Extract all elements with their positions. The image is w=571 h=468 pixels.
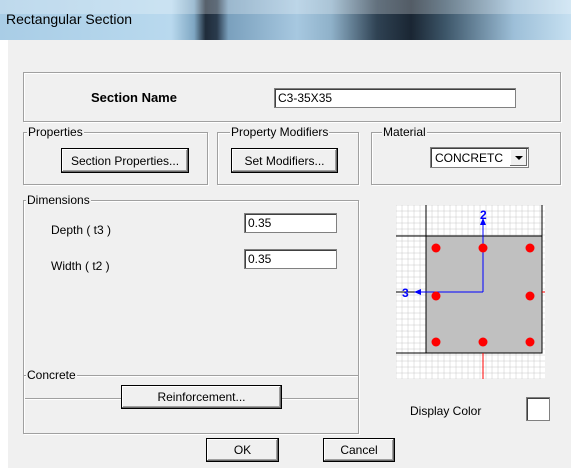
material-select-value: CONCRETC bbox=[435, 151, 503, 165]
section-properties-button[interactable]: Section Properties... bbox=[61, 148, 189, 173]
display-color-swatch[interactable] bbox=[526, 397, 550, 421]
title-bar[interactable]: Rectangular Section bbox=[0, 0, 571, 40]
properties-group: Properties Section Properties... bbox=[23, 125, 208, 185]
concrete-group: Concrete Reinforcement... bbox=[23, 368, 359, 434]
axis-3-arrow-icon bbox=[414, 289, 421, 295]
depth-label: Depth ( t3 ) bbox=[51, 223, 112, 237]
rebar-dot bbox=[478, 337, 488, 347]
section-preview: 2 3 bbox=[396, 205, 545, 379]
chevron-down-icon[interactable] bbox=[510, 149, 527, 166]
display-color-label: Display Color bbox=[410, 404, 482, 418]
dimensions-group-label: Dimensions bbox=[26, 193, 91, 207]
cancel-button[interactable]: Cancel bbox=[323, 438, 395, 462]
reinforcement-button[interactable]: Reinforcement... bbox=[121, 385, 282, 409]
properties-group-label: Properties bbox=[27, 125, 84, 139]
width-input[interactable]: 0.35 bbox=[244, 249, 337, 269]
window-title: Rectangular Section bbox=[6, 11, 133, 27]
dialog-body: Section Name C3-35X35 Properties Section… bbox=[8, 40, 571, 468]
axis-2-label: 2 bbox=[480, 208, 487, 222]
set-modifiers-button[interactable]: Set Modifiers... bbox=[231, 148, 338, 173]
section-outline bbox=[425, 235, 543, 354]
rebar-dot bbox=[431, 243, 441, 253]
section-name-group: Section Name C3-35X35 bbox=[23, 72, 561, 122]
property-modifiers-group-label: Property Modifiers bbox=[230, 125, 330, 139]
material-group-label: Material bbox=[382, 125, 427, 139]
depth-input[interactable]: 0.35 bbox=[244, 213, 337, 233]
section-name-label: Section Name bbox=[91, 90, 177, 105]
concrete-group-label: Concrete bbox=[26, 368, 77, 382]
rebar-dot bbox=[525, 291, 535, 301]
rebar-dot bbox=[525, 337, 535, 347]
rebar-dot bbox=[431, 337, 441, 347]
material-group: Material CONCRETC bbox=[371, 125, 561, 185]
ok-button[interactable]: OK bbox=[206, 438, 279, 462]
rebar-dot bbox=[431, 291, 441, 301]
axis-3-label: 3 bbox=[402, 286, 409, 300]
property-modifiers-group: Property Modifiers Set Modifiers... bbox=[217, 125, 359, 185]
rebar-dot bbox=[525, 243, 535, 253]
width-label: Width ( t2 ) bbox=[51, 259, 110, 273]
material-select[interactable]: CONCRETC bbox=[430, 147, 529, 168]
rebar-dot bbox=[478, 243, 488, 253]
section-name-input[interactable]: C3-35X35 bbox=[274, 88, 516, 108]
